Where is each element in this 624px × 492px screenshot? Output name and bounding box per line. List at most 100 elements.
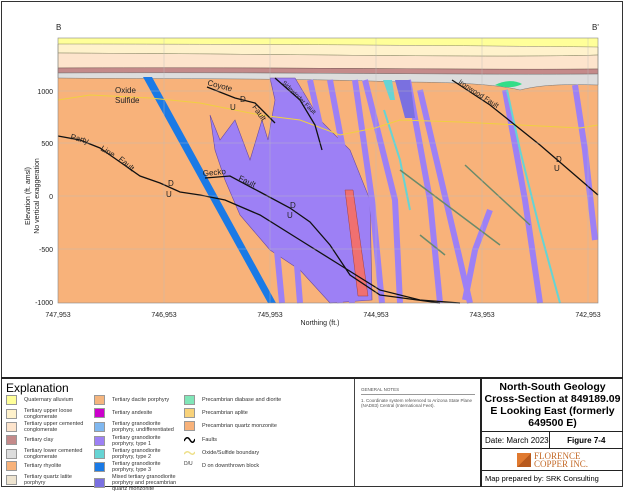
d-marker: D <box>290 201 296 210</box>
legend-label: Quaternary alluvium <box>24 397 74 403</box>
legend-label: Tertiary andesite <box>112 410 153 417</box>
legend-swatch <box>6 409 17 420</box>
legend: Explanation Quaternary alluvium Tertiary … <box>1 379 355 492</box>
legend-label: Tertiary granodiorite porphyry, type 3 <box>112 461 161 473</box>
legend-label: Mixed tertiary granodiorite porphyry and… <box>112 474 177 492</box>
legend-swatch <box>6 434 17 445</box>
u-marker: U <box>554 164 560 173</box>
florence-copper-logo: FLORENCE COPPER INC. <box>482 449 623 471</box>
legend-label: Tertiary quartz latite porphyry <box>24 474 72 487</box>
title-block: North-South Geology Cross-Section at 849… <box>480 379 623 487</box>
legend-item: Tertiary andesite <box>94 408 182 419</box>
legend-item: Tertiary upper cemented conglomerate <box>6 421 94 433</box>
sulfide-label: Sulfide <box>115 96 140 105</box>
legend-label: Tertiary upper cemented conglomerate <box>24 421 84 434</box>
legend-swatch <box>6 395 17 405</box>
legend-swatch <box>94 422 105 433</box>
legend-swatch <box>94 478 105 489</box>
legend-item: Mixed tertiary granodiorite porphyry and… <box>94 474 182 492</box>
u-marker: U <box>230 103 236 112</box>
legend-item: D/U D on downthrown block <box>184 461 349 471</box>
legend-swatch <box>184 395 195 405</box>
figure-footer: Explanation Quaternary alluvium Tertiary … <box>1 377 623 492</box>
legend-swatch <box>184 421 195 432</box>
legend-swatch <box>94 448 105 459</box>
x-tick: 744,953 <box>363 312 388 319</box>
legend-swatch <box>94 435 105 446</box>
legend-label: Precambrian diabase and diorite <box>202 397 282 403</box>
legend-label: Tertiary granodiorite porphyry, type 1 <box>112 434 161 447</box>
figure-date: Date: March 2023 <box>485 435 549 445</box>
legend-label: Faults <box>202 436 217 443</box>
x-ticks: 747,953 746,953 745,953 744,953 743,953 … <box>45 312 600 319</box>
legend-item: Tertiary granodiorite porphyry, type 2 <box>94 448 182 460</box>
legend-label: Tertiary granodiorite porphyry, type 2 <box>112 447 161 460</box>
legend-item: Tertiary granodiorite porphyry, type 3 <box>94 461 182 473</box>
legend-item: Faults <box>183 435 349 445</box>
legend-item: Tertiary upper loose conglomerate <box>6 408 94 420</box>
u-marker: U <box>287 211 293 220</box>
y-tick: -500 <box>39 247 53 254</box>
fault-symbol-icon <box>183 435 196 445</box>
y-tick: 1000 <box>37 89 53 96</box>
x-tick: 746,953 <box>151 312 176 319</box>
legend-item: Tertiary granodiorite porphyry, undiffer… <box>94 421 182 433</box>
legend-swatch <box>6 422 17 433</box>
legend-item: Quaternary alluvium <box>6 395 94 405</box>
legend-title: Explanation <box>6 381 69 395</box>
boundary-symbol-icon <box>183 448 196 458</box>
general-notes: GENERAL NOTES 1. Coordinate system refer… <box>361 387 475 408</box>
section-label-left: B <box>56 23 61 32</box>
legend-item: Tertiary clay <box>6 434 94 445</box>
d-marker: D <box>556 155 562 164</box>
u-marker: U <box>166 190 172 199</box>
x-tick: 743,953 <box>469 312 494 319</box>
legend-label: Tertiary rhyolite <box>24 463 62 469</box>
du-symbol: D/U <box>184 461 193 467</box>
legend-label: Precambrian quartz monzonite <box>202 423 277 430</box>
legend-label: Tertiary clay <box>24 436 54 443</box>
y-tick: 500 <box>41 141 53 148</box>
note-item: 1. Coordinate system referenced to Arizo… <box>361 398 473 408</box>
d-marker: D <box>240 95 246 104</box>
d-marker: D <box>168 179 174 188</box>
y-axis-label: Elevation (ft. amsl) <box>25 167 32 225</box>
legend-swatch <box>184 408 195 419</box>
figure-title: North-South Geology Cross-Section at 849… <box>482 379 623 432</box>
y-axis-sublabel: No vertical exaggeration <box>34 158 41 234</box>
legend-swatch <box>94 462 105 472</box>
y-tick: -1000 <box>35 300 53 307</box>
legend-label: Tertiary upper loose conglomerate <box>24 408 73 421</box>
cross-section: B B' Oxide Sulfide Party Line Fault Coyo… <box>25 23 601 327</box>
legend-label: Oxide/Sulfide boundary <box>202 449 260 456</box>
notes-heading: GENERAL NOTES <box>361 387 475 395</box>
legend-item: Oxide/Sulfide boundary <box>183 448 349 458</box>
legend-label: Precambrian aplite <box>202 410 248 417</box>
legend-label: Tertiary lower cemented conglomerate <box>24 447 83 460</box>
x-axis-label: Northing (ft.) <box>301 320 340 327</box>
y-tick: 0 <box>49 194 53 201</box>
x-tick: 742,953 <box>575 312 600 319</box>
x-tick: 747,953 <box>45 312 70 319</box>
legend-item: Tertiary dacite porphyry <box>94 395 182 405</box>
figure-number: Figure 7-4 <box>548 432 623 448</box>
legend-swatch <box>6 461 17 471</box>
legend-item: Precambrian diabase and diorite <box>184 395 349 405</box>
legend-item: Tertiary lower cemented conglomerate <box>6 448 94 460</box>
legend-item: Precambrian quartz monzonite <box>184 421 349 432</box>
legend-label: Tertiary dacite porphyry <box>112 397 170 403</box>
legend-label: Tertiary granodiorite porphyry, undiffer… <box>112 421 174 434</box>
legend-swatch <box>94 395 105 405</box>
legend-label: D on downthrown block <box>202 463 260 469</box>
logo-text: COPPER INC. <box>533 458 588 469</box>
legend-item: Tertiary quartz latite porphyry <box>6 474 94 486</box>
legend-swatch <box>94 408 105 419</box>
legend-swatch <box>6 448 17 459</box>
legend-item: Tertiary granodiorite porphyry, type 1 <box>94 435 182 447</box>
x-tick: 745,953 <box>257 312 282 319</box>
prepared-by: Map prepared by: SRK Consulting <box>485 474 599 483</box>
legend-item: Precambrian aplite <box>184 408 349 419</box>
legend-item: Tertiary rhyolite <box>6 461 94 471</box>
logo-mark-icon <box>516 452 531 467</box>
section-label-right: B' <box>592 23 599 32</box>
